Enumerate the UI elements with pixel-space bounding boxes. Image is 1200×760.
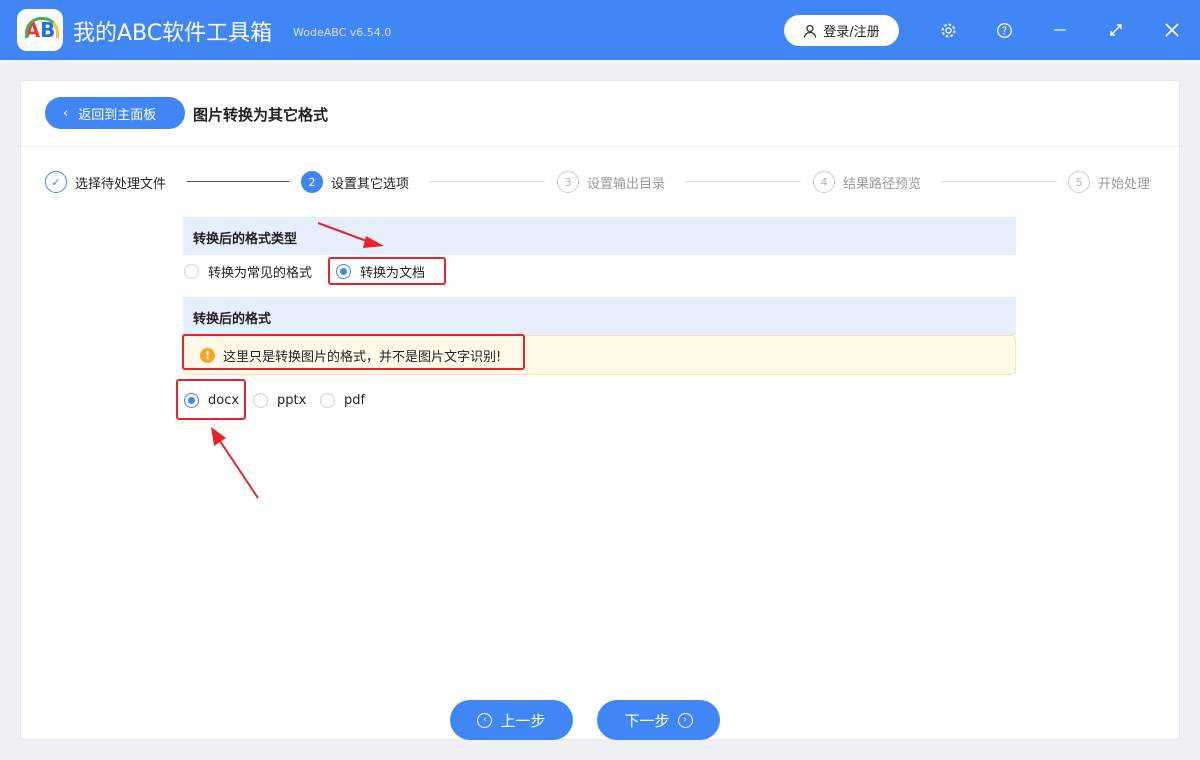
prev-step-button[interactable]: ‹ 上一步 xyxy=(450,700,573,740)
next-label: 下一步 xyxy=(624,711,670,730)
annotation-arrows xyxy=(211,222,384,499)
chevron-right-circle-icon: › xyxy=(677,712,693,728)
arrow-head xyxy=(363,236,384,248)
next-step-button[interactable]: 下一步 › xyxy=(597,700,720,740)
chevron-left-circle-icon: ‹ xyxy=(477,712,493,728)
arrow-line xyxy=(317,222,373,244)
prev-label: 上一步 xyxy=(500,711,546,730)
arrow-line xyxy=(217,437,259,499)
arrow-head xyxy=(211,427,226,446)
